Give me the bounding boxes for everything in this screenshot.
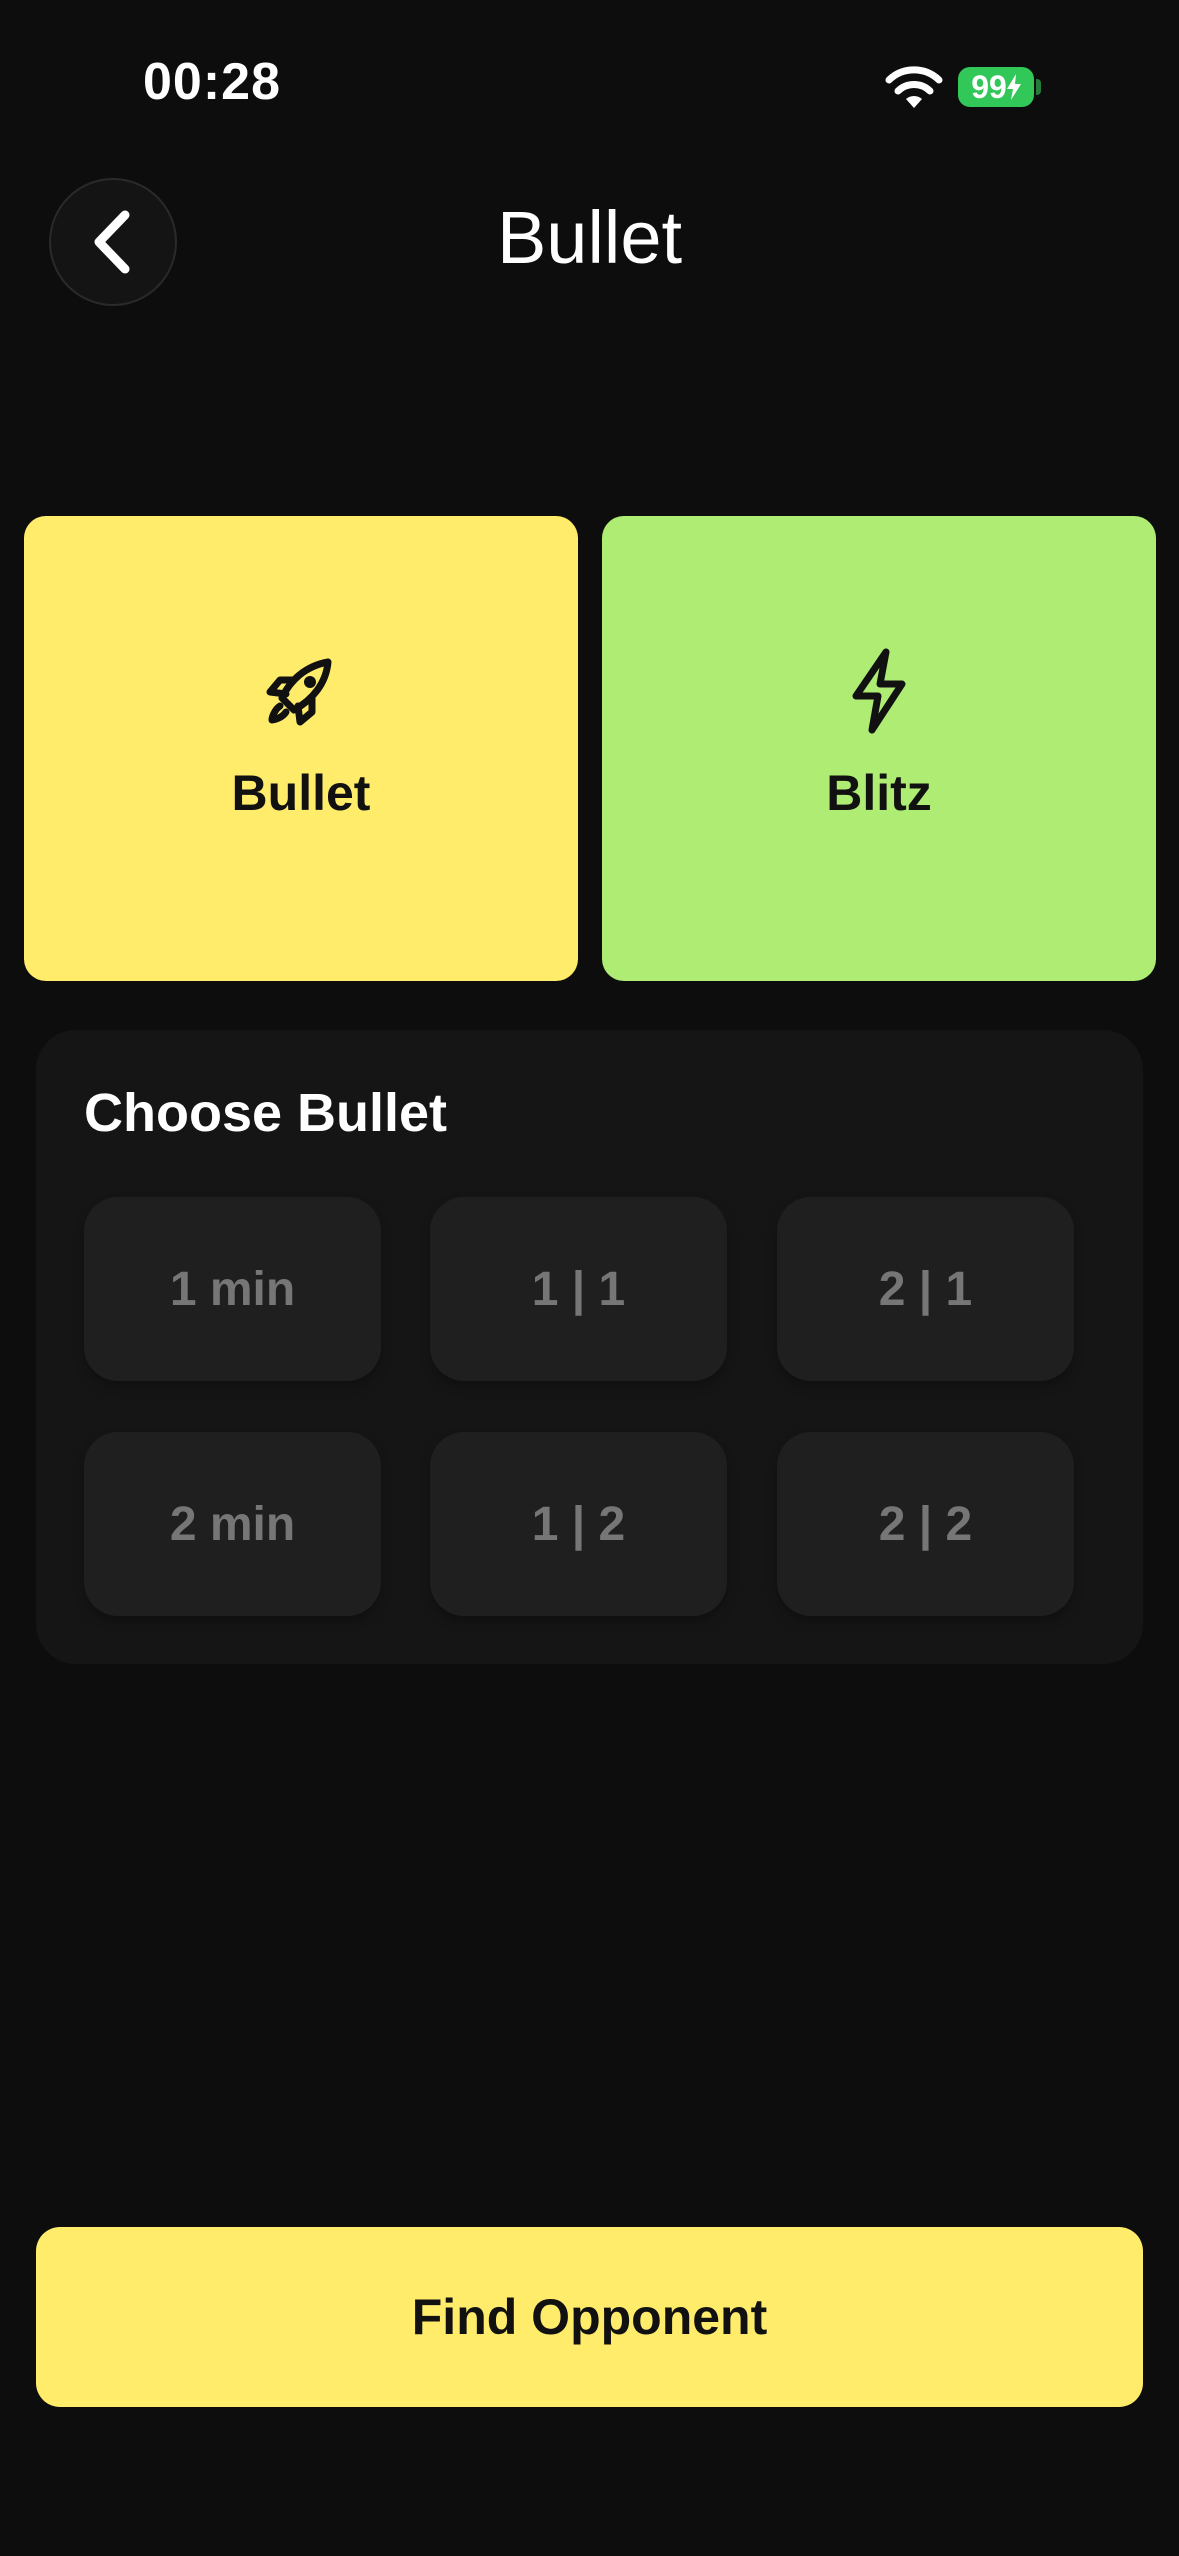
- lightning-icon: [852, 648, 906, 734]
- mode-card-bullet[interactable]: Bullet: [24, 516, 578, 981]
- choose-title: Choose Bullet: [84, 1083, 448, 1143]
- time-option-2-2[interactable]: 2 | 2: [777, 1432, 1074, 1616]
- page-title: Bullet: [496, 196, 683, 279]
- battery-level: 99: [971, 68, 1007, 105]
- find-opponent-button[interactable]: Find Opponent: [36, 2227, 1143, 2407]
- time-option-2-min[interactable]: 2 min: [84, 1432, 381, 1616]
- wifi-icon: [885, 66, 943, 108]
- mode-label-bullet: Bullet: [231, 765, 371, 821]
- rocket-icon: [266, 658, 332, 726]
- time-option-1-min[interactable]: 1 min: [84, 1197, 381, 1381]
- mode-card-blitz[interactable]: Blitz: [602, 516, 1156, 981]
- status-time: 00:28: [143, 53, 281, 111]
- battery-indicator: 99: [958, 67, 1034, 107]
- time-option-1-2[interactable]: 1 | 2: [430, 1432, 727, 1616]
- charging-bolt-icon: [1006, 74, 1021, 100]
- time-option-1-1[interactable]: 1 | 1: [430, 1197, 727, 1381]
- battery-cap: [1036, 79, 1041, 95]
- mode-label-blitz: Blitz: [826, 765, 932, 821]
- time-option-2-1[interactable]: 2 | 1: [777, 1197, 1074, 1381]
